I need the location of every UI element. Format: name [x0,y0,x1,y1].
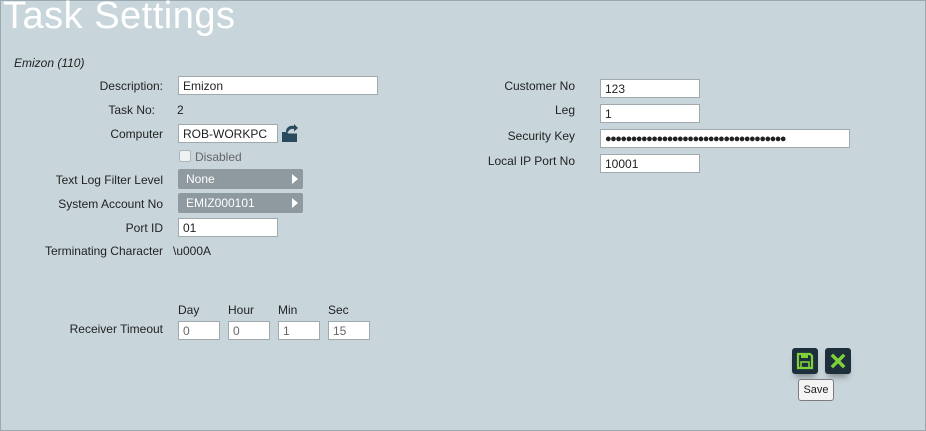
leg-label: Leg [554,103,575,117]
text-log-filter-value: None [186,172,215,186]
text-log-filter-dropdown[interactable]: None [178,169,303,189]
disabled-checkbox[interactable] [179,150,191,162]
customer-no-input[interactable] [600,79,700,98]
security-key-label: Security Key [507,129,575,143]
cancel-button[interactable] [825,348,851,374]
terminating-character-label: Terminating Character [44,244,163,258]
timeout-day-input[interactable] [178,321,220,340]
description-label: Description: [99,79,163,93]
task-name-subtitle: Emizon (110) [14,56,85,70]
timeout-sec-input[interactable] [328,321,370,340]
save-button[interactable] [792,348,818,374]
system-account-dropdown[interactable]: EMIZ000101 [178,193,303,213]
task-no-label: Task No: [108,103,155,117]
computer-input[interactable] [178,124,278,143]
customer-no-label: Customer No [504,79,575,93]
folder-open-icon[interactable] [281,123,299,143]
dropdown-arrow-icon [292,174,298,184]
task-no-value: 2 [177,103,184,117]
disabled-label: Disabled [195,150,242,164]
leg-input[interactable] [600,104,700,123]
text-log-filter-label: Text Log Filter Level [55,173,163,187]
computer-label: Computer [110,127,163,141]
local-ip-port-input[interactable] [600,154,700,173]
task-settings-panel: Task Settings Emizon (110) Description: … [0,0,926,431]
local-ip-port-label: Local IP Port No [487,154,575,168]
port-id-label: Port ID [125,221,163,235]
receiver-timeout-label: Receiver Timeout [69,322,163,336]
timeout-header-min: Min [278,303,298,317]
port-id-input[interactable] [178,218,278,237]
description-input[interactable] [178,76,378,95]
terminating-character-value: \u000A [173,244,212,258]
page-title: Task Settings [3,0,236,37]
timeout-header-hour: Hour [228,303,255,317]
timeout-min-input[interactable] [278,321,320,340]
close-icon [830,353,846,369]
security-key-input[interactable] [600,129,850,148]
timeout-header-day: Day [178,303,200,317]
timeout-hour-input[interactable] [228,321,270,340]
system-account-label: System Account No [58,197,163,211]
dropdown-arrow-icon [292,198,298,208]
floppy-disk-icon [796,352,814,370]
timeout-header-sec: Sec [328,303,349,317]
save-tooltip: Save [798,379,834,401]
system-account-value: EMIZ000101 [186,196,255,210]
